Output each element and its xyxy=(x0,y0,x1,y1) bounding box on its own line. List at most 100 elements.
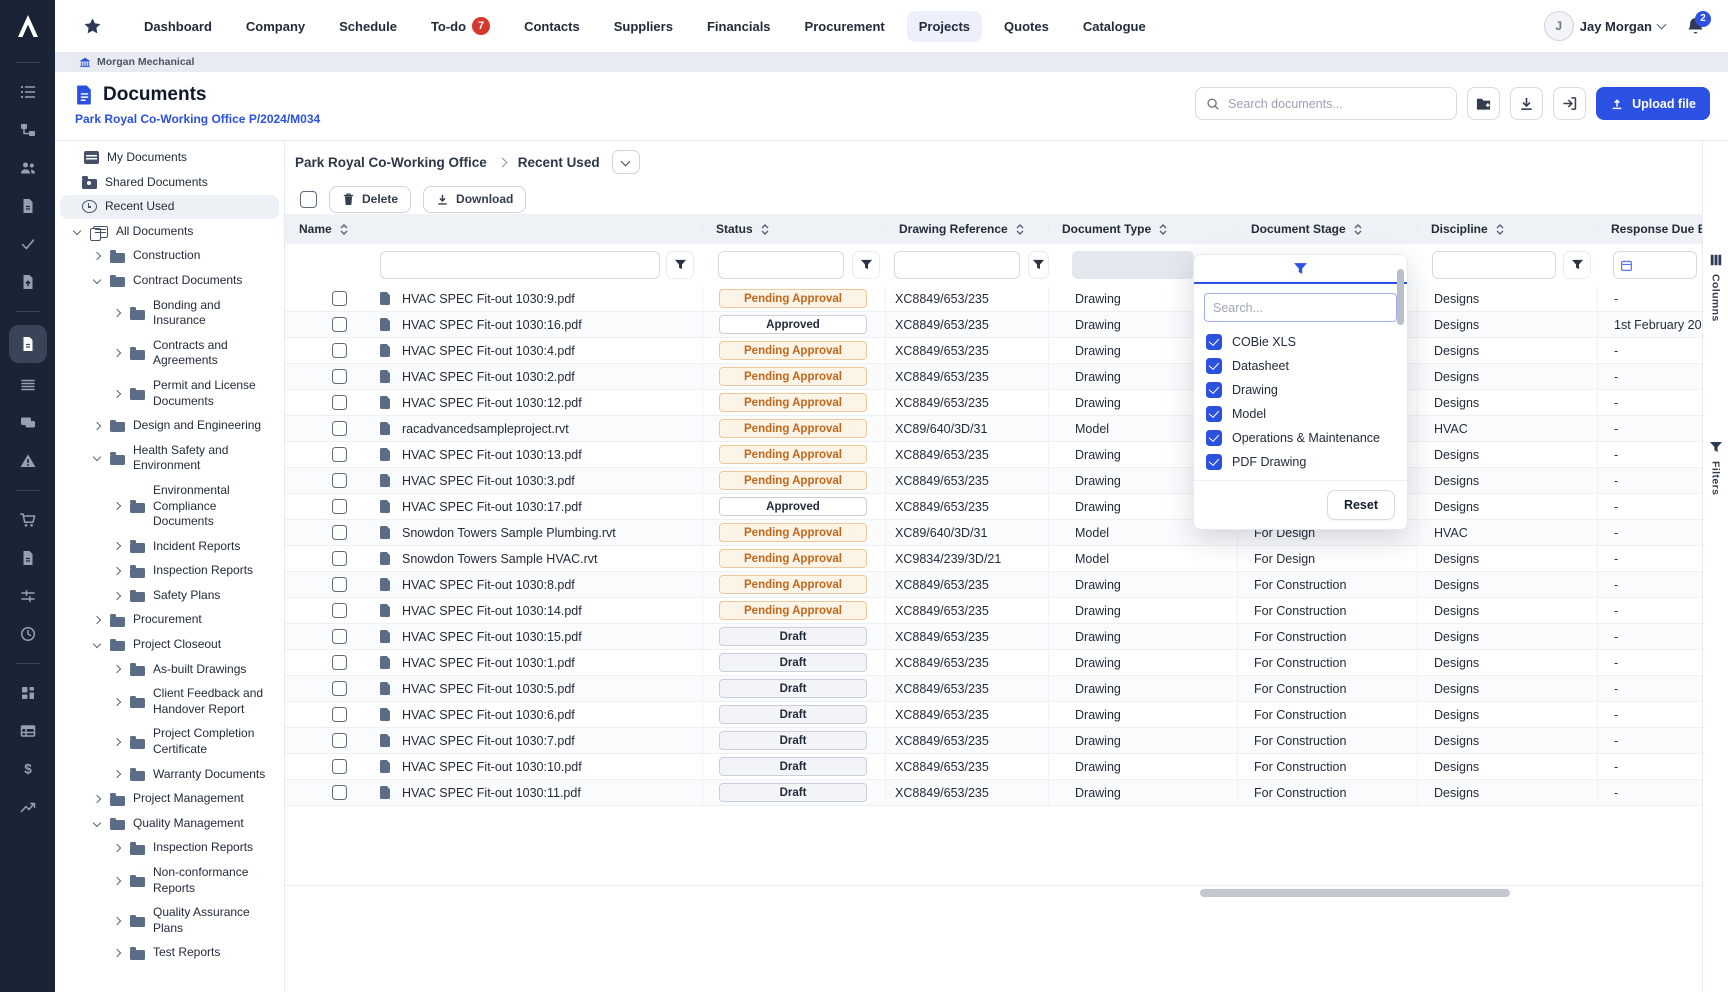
drawing-reference-filter-funnel-icon[interactable] xyxy=(1029,252,1048,278)
row-checkbox[interactable] xyxy=(332,317,347,332)
download-all-button[interactable] xyxy=(1510,87,1543,120)
filter-option[interactable]: PDF Drawing xyxy=(1194,450,1407,474)
sort-icon[interactable] xyxy=(1353,224,1363,235)
tree-item[interactable]: Bonding and Insurance xyxy=(100,294,279,333)
table-row[interactable]: HVAC SPEC Fit-out 1030:6.pdf Draft XC884… xyxy=(285,702,1702,728)
status-filter-funnel-icon[interactable] xyxy=(853,252,879,278)
reset-button[interactable]: Reset xyxy=(1327,490,1395,520)
org-name[interactable]: Morgan Mechanical xyxy=(97,56,194,68)
row-checkbox[interactable] xyxy=(332,707,347,722)
table-row[interactable]: HVAC SPEC Fit-out 1030:11.pdf Draft XC88… xyxy=(285,780,1702,806)
tree-item[interactable]: Test Reports xyxy=(100,941,279,965)
row-checkbox[interactable] xyxy=(332,525,347,540)
table-row[interactable]: HVAC SPEC Fit-out 1030:16.pdf Approved X… xyxy=(285,312,1702,338)
filter-option[interactable]: Operations & Maintenance xyxy=(1194,426,1407,450)
horizontal-scrollbar[interactable] xyxy=(1200,889,1510,897)
column-header[interactable]: Drawing Reference xyxy=(885,222,1048,236)
drawing-reference-filter-input[interactable] xyxy=(894,251,1020,279)
filters-tool[interactable]: Filters xyxy=(1703,441,1728,495)
filter-option[interactable]: Datasheet xyxy=(1194,354,1407,378)
rows-icon[interactable] xyxy=(9,368,47,402)
tree-chevron-icon[interactable] xyxy=(92,276,102,286)
cart-icon[interactable] xyxy=(9,503,47,537)
tree-item[interactable]: Construction xyxy=(80,244,279,268)
new-folder-button[interactable] xyxy=(1467,87,1500,120)
invoice-icon[interactable] xyxy=(9,541,47,575)
status-filter-input[interactable] xyxy=(718,251,844,279)
table-row[interactable]: HVAC SPEC Fit-out 1030:8.pdf Pending App… xyxy=(285,572,1702,598)
row-checkbox[interactable] xyxy=(332,655,347,670)
filter-option[interactable]: Model xyxy=(1194,402,1407,426)
breadcrumb-section[interactable]: Recent Used xyxy=(518,155,600,170)
file-upload-icon[interactable] xyxy=(9,265,47,299)
users-icon[interactable] xyxy=(9,151,47,185)
tree-item[interactable]: Client Feedback and Handover Report xyxy=(100,682,279,721)
checkbox-checked-icon[interactable] xyxy=(1206,382,1222,398)
tree-item[interactable]: Environmental Compliance Documents xyxy=(100,479,279,534)
column-header[interactable]: Status xyxy=(702,222,885,236)
tree-chevron-icon[interactable] xyxy=(112,876,122,886)
tree-chevron-icon[interactable] xyxy=(92,615,102,625)
document-icon[interactable] xyxy=(9,189,47,223)
tree-chevron-icon[interactable] xyxy=(112,389,122,399)
filter-option[interactable]: COBie XLS xyxy=(1194,330,1407,354)
tree-chevron-icon[interactable] xyxy=(112,566,122,576)
table-row[interactable]: HVAC SPEC Fit-out 1030:15.pdf Draft XC88… xyxy=(285,624,1702,650)
export-button[interactable] xyxy=(1553,87,1586,120)
nav-item[interactable]: Schedule xyxy=(327,11,409,42)
table-row[interactable]: HVAC SPEC Fit-out 1030:12.pdf Pending Ap… xyxy=(285,390,1702,416)
table-row[interactable]: HVAC SPEC Fit-out 1030:13.pdf Pending Ap… xyxy=(285,442,1702,468)
row-checkbox[interactable] xyxy=(332,785,347,800)
documents-icon[interactable] xyxy=(9,325,47,363)
column-header[interactable]: Name xyxy=(285,222,702,236)
table-row[interactable]: HVAC SPEC Fit-out 1030:2.pdf Pending App… xyxy=(285,364,1702,390)
tree-chevron-icon[interactable] xyxy=(112,697,122,707)
row-checkbox[interactable] xyxy=(332,395,347,410)
row-checkbox[interactable] xyxy=(332,291,347,306)
tree-item[interactable]: All Documents xyxy=(60,220,279,244)
tree-item[interactable]: My Documents xyxy=(60,146,279,170)
tree-chevron-icon[interactable] xyxy=(112,591,122,601)
table-row[interactable]: HVAC SPEC Fit-out 1030:3.pdf Pending App… xyxy=(285,468,1702,494)
nav-item[interactable]: To-do 7 xyxy=(419,9,502,43)
dollar-icon[interactable]: $ xyxy=(9,752,47,786)
checkbox-checked-icon[interactable] xyxy=(1206,334,1222,350)
table-row[interactable]: HVAC SPEC Fit-out 1030:1.pdf Draft XC884… xyxy=(285,650,1702,676)
tree-item[interactable]: Project Closeout xyxy=(80,633,279,657)
checkbox-checked-icon[interactable] xyxy=(1206,430,1222,446)
tree-chevron-icon[interactable] xyxy=(72,227,82,237)
table-row[interactable]: Snowdon Towers Sample HVAC.rvt Pending A… xyxy=(285,546,1702,572)
row-checkbox[interactable] xyxy=(332,447,347,462)
tree-chevron-icon[interactable] xyxy=(112,501,122,511)
name-filter-funnel-icon[interactable] xyxy=(667,252,693,278)
sliders-icon[interactable] xyxy=(9,579,47,613)
columns-tool[interactable]: Columns xyxy=(1703,253,1728,322)
table-row[interactable]: HVAC SPEC Fit-out 1030:4.pdf Pending App… xyxy=(285,338,1702,364)
tree-chevron-icon[interactable] xyxy=(112,769,122,779)
nav-item[interactable]: Suppliers xyxy=(602,11,685,42)
sort-icon[interactable] xyxy=(1495,224,1505,235)
clock-icon[interactable] xyxy=(9,617,47,651)
table-row[interactable]: HVAC SPEC Fit-out 1030:17.pdf Approved X… xyxy=(285,494,1702,520)
tree-chevron-icon[interactable] xyxy=(92,421,102,431)
nav-item[interactable]: Quotes xyxy=(992,11,1061,42)
popup-search-input[interactable] xyxy=(1204,293,1397,322)
column-header[interactable]: Discipline xyxy=(1417,222,1597,236)
filter-option[interactable]: Drawing xyxy=(1194,378,1407,402)
tree-item[interactable]: Permit and License Documents xyxy=(100,374,279,413)
sort-icon[interactable] xyxy=(339,224,349,235)
tree-item[interactable]: Procurement xyxy=(80,608,279,632)
table-row[interactable]: HVAC SPEC Fit-out 1030:5.pdf Draft XC884… xyxy=(285,676,1702,702)
warning-icon[interactable] xyxy=(9,444,47,478)
column-header[interactable]: Response Due By xyxy=(1597,222,1702,236)
notifications-bell[interactable]: 2 xyxy=(1685,16,1706,37)
tree-chevron-icon[interactable] xyxy=(92,640,102,650)
select-all-checkbox[interactable] xyxy=(300,191,317,208)
tree-item[interactable]: Shared Documents xyxy=(60,171,279,195)
checkbox-checked-icon[interactable] xyxy=(1206,406,1222,422)
tree-chevron-icon[interactable] xyxy=(92,794,102,804)
tree-item[interactable]: Warranty Documents xyxy=(100,763,279,787)
table-row[interactable]: HVAC SPEC Fit-out 1030:7.pdf Draft XC884… xyxy=(285,728,1702,754)
trend-icon[interactable] xyxy=(9,790,47,824)
tree-chevron-icon[interactable] xyxy=(112,308,122,318)
